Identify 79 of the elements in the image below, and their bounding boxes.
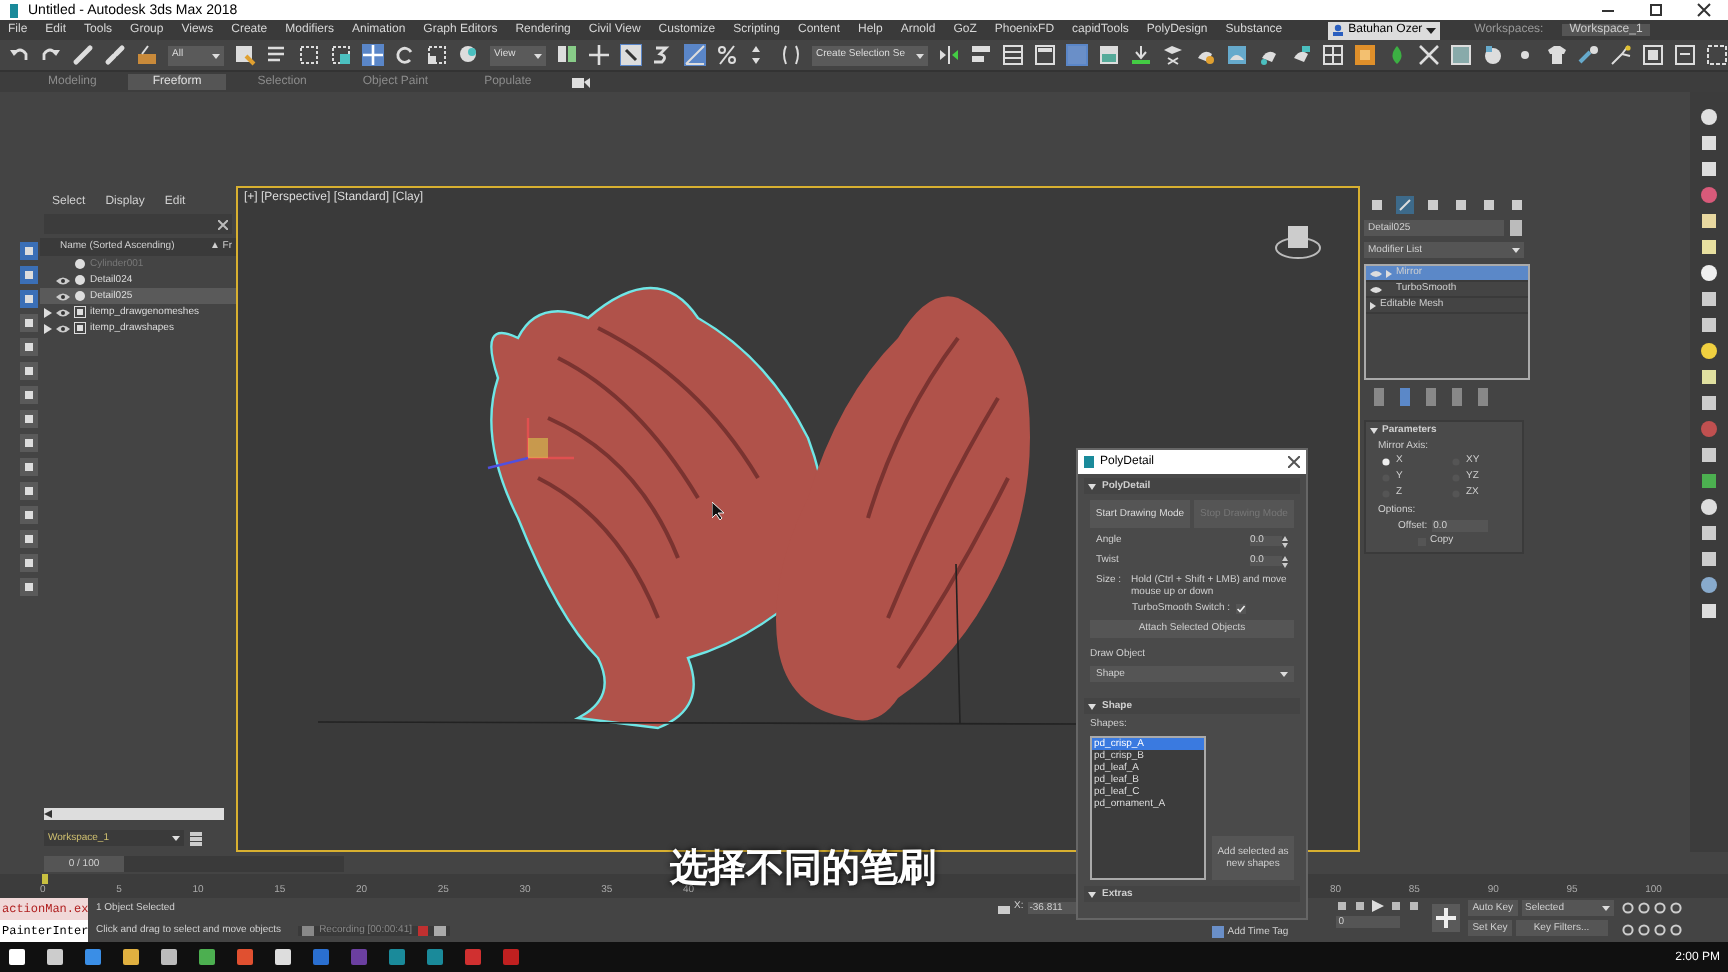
align-icon[interactable] [970, 44, 992, 66]
window-crossing-icon[interactable] [330, 44, 352, 66]
caret-icon [1512, 246, 1520, 254]
show-end-result-icon[interactable] [1398, 387, 1412, 405]
horizontal-scrollbar[interactable] [44, 808, 224, 820]
layer-explorer-icon[interactable] [1002, 44, 1024, 66]
undo-icon[interactable] [8, 44, 30, 66]
scale-icon[interactable] [426, 44, 448, 66]
caret-icon [534, 51, 542, 59]
material-editor-icon[interactable] [1130, 44, 1152, 66]
modify-icon[interactable] [1396, 195, 1414, 213]
layer-icon [74, 306, 86, 318]
subtitle-text: 选择不同的笔刷 [670, 850, 936, 888]
tools-icon[interactable] [1418, 44, 1440, 66]
mouse-cursor-icon [712, 502, 724, 520]
close-icon[interactable] [1696, 2, 1712, 18]
select-by-name-icon[interactable] [266, 44, 288, 66]
placement-icon[interactable] [458, 44, 480, 66]
caret-icon [1280, 670, 1288, 678]
collapse-arrow-icon[interactable] [1088, 891, 1096, 897]
render-cloud-icon[interactable] [1290, 44, 1312, 66]
select-object-icon[interactable] [234, 44, 256, 66]
object-color-swatch[interactable] [1510, 220, 1522, 236]
expand-arrow-icon[interactable] [1370, 301, 1376, 309]
link-icon[interactable] [72, 44, 94, 66]
close-icon[interactable] [1288, 456, 1300, 468]
view-cube-icon[interactable] [1274, 224, 1322, 260]
particle-icon[interactable] [1610, 44, 1632, 66]
open-container-icon[interactable] [1674, 44, 1696, 66]
snap-3d-icon[interactable] [652, 44, 674, 66]
unlink-icon[interactable] [104, 44, 126, 66]
clear-icon[interactable] [218, 219, 228, 229]
eye-icon[interactable] [56, 291, 70, 301]
teapot-icon[interactable] [1482, 44, 1504, 66]
eye-icon[interactable] [56, 275, 70, 285]
redo-icon[interactable] [40, 44, 62, 66]
render-setup-icon[interactable] [1162, 44, 1184, 66]
scroll-left-icon[interactable] [44, 810, 52, 818]
layer-icon [74, 322, 86, 334]
maximize-icon[interactable] [1648, 2, 1664, 18]
tag-icon[interactable] [1211, 926, 1224, 938]
caret-icon [1426, 25, 1437, 35]
percent-snap-icon[interactable] [716, 44, 738, 66]
rotate-icon[interactable] [394, 44, 416, 66]
edit-named-selection-icon[interactable] [780, 44, 802, 66]
user-icon [1332, 24, 1345, 36]
keyboard-shortcut-icon[interactable] [620, 44, 642, 66]
caret-icon [172, 834, 180, 842]
close-container-icon[interactable] [1706, 44, 1728, 66]
brush-icon[interactable] [1578, 44, 1600, 66]
shirt-icon[interactable] [1546, 44, 1568, 66]
rectangular-selection-icon[interactable] [298, 44, 320, 66]
eye-icon[interactable] [56, 323, 70, 333]
collapse-arrow-icon[interactable] [1088, 483, 1096, 489]
explorer-search-field[interactable] [44, 214, 232, 234]
angle-snap-icon[interactable] [684, 44, 706, 66]
caret-icon [916, 51, 924, 59]
bind-icon[interactable] [136, 44, 158, 66]
move-icon[interactable] [362, 44, 384, 66]
schematic-view-icon[interactable] [1098, 44, 1120, 66]
mirror-icon[interactable] [938, 44, 960, 66]
layers-stack-icon[interactable] [190, 831, 202, 845]
render-icon[interactable] [1226, 44, 1248, 66]
collapse-arrow-icon[interactable] [1088, 703, 1096, 709]
key-mode-icon[interactable] [1432, 904, 1461, 932]
container-icon[interactable] [1642, 44, 1664, 66]
toggle-ribbon-icon[interactable] [1034, 44, 1056, 66]
caret-icon [1601, 904, 1610, 912]
grid-icon[interactable] [1322, 44, 1344, 66]
panel-icon[interactable] [1450, 44, 1472, 66]
app-logo-icon [8, 3, 20, 17]
current-frame-marker[interactable] [42, 874, 48, 884]
pivot-icon[interactable] [556, 44, 578, 66]
snap-cursor-icon[interactable] [588, 44, 610, 66]
app-logo-icon [1084, 456, 1094, 468]
collapse-arrow-icon[interactable] [1370, 427, 1378, 433]
eye-icon[interactable] [56, 307, 70, 317]
caret-icon [212, 51, 220, 59]
substance-icon[interactable] [1354, 44, 1376, 66]
